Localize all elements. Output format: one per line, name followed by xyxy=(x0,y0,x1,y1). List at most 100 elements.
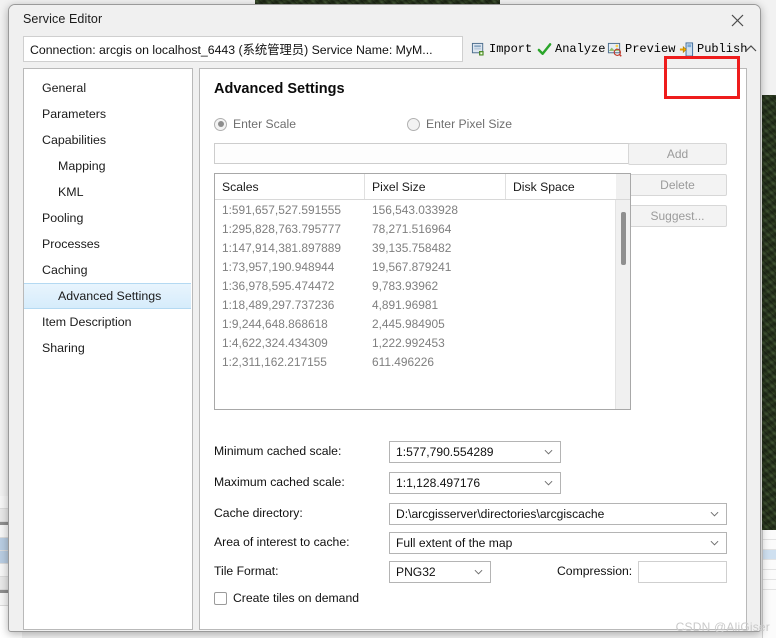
chevron-down-icon xyxy=(710,511,719,517)
suggest-button[interactable]: Suggest... xyxy=(628,205,727,227)
area-of-interest-label: Area of interest to cache: xyxy=(214,535,350,549)
sidebar-item-mapping[interactable]: Mapping xyxy=(24,153,192,179)
maximum-cached-scale-select[interactable]: 1:1,128.497176 xyxy=(389,472,561,494)
preview-button[interactable]: Preview xyxy=(607,38,675,60)
cell-disk-space xyxy=(506,276,616,295)
analyze-button[interactable]: Analyze xyxy=(537,38,605,60)
checkmark-icon xyxy=(537,42,552,57)
connection-field[interactable]: Connection: arcgis on localhost_6443 (系统… xyxy=(23,36,463,62)
cell-scale: 1:2,311,162.217155 xyxy=(222,354,327,369)
tile-format-select[interactable]: PNG32 xyxy=(389,561,491,583)
cache-directory-row: Cache directory: D:\arcgisserver\directo… xyxy=(214,503,734,525)
cell-pixel-size: 39,135.758482 xyxy=(372,240,452,255)
cell-scale: 1:36,978,595.474472 xyxy=(222,278,335,293)
scrollbar-thumb[interactable] xyxy=(621,212,626,265)
tile-format-label: Tile Format: xyxy=(214,564,279,578)
table-row[interactable]: 1:295,828,763.795777 78,271.516964 xyxy=(215,219,630,238)
chevron-up-icon[interactable] xyxy=(744,41,758,55)
sidebar-item-sharing[interactable]: Sharing xyxy=(24,335,192,361)
service-editor-dialog: Service Editor Connection: arcgis on loc… xyxy=(8,4,761,632)
column-header-scales[interactable]: Scales xyxy=(215,174,365,199)
background-strip xyxy=(763,570,776,580)
sidebar-item-kml[interactable]: KML xyxy=(24,179,192,205)
column-header-pixel-size[interactable]: Pixel Size xyxy=(365,174,506,199)
chevron-down-icon xyxy=(544,480,553,486)
sidebar-item-parameters[interactable]: Parameters xyxy=(24,101,192,127)
cell-pixel-size: 2,445.984905 xyxy=(372,316,445,331)
scale-entry-input[interactable] xyxy=(214,143,631,164)
import-label: Import xyxy=(489,42,533,56)
sidebar-item-item-description[interactable]: Item Description xyxy=(24,309,192,335)
table-row[interactable]: 1:2,311,162.217155 611.496226 xyxy=(215,352,630,371)
cell-pixel-size: 78,271.516964 xyxy=(372,221,452,236)
sidebar-item-label: Item Description xyxy=(42,315,132,329)
sidebar-item-processes[interactable]: Processes xyxy=(24,231,192,257)
table-row[interactable]: 1:9,244,648.868618 2,445.984905 xyxy=(215,314,630,333)
delete-button[interactable]: Delete xyxy=(628,174,727,196)
import-button[interactable]: Import xyxy=(471,38,532,60)
area-of-interest-value: Full extent of the map xyxy=(396,536,513,550)
table-row[interactable]: 1:147,914,381.897889 39,135.758482 xyxy=(215,238,630,257)
radio-enter-scale-label: Enter Scale xyxy=(233,117,297,131)
table-row[interactable]: 1:591,657,527.591555 156,543.033928 xyxy=(215,200,630,219)
preview-label: Preview xyxy=(625,42,676,56)
cache-directory-select[interactable]: D:\arcgisserver\directories\arcgiscache xyxy=(389,503,727,525)
cell-scale: 1:295,828,763.795777 xyxy=(222,221,342,236)
maximum-cached-scale-value: 1:1,128.497176 xyxy=(396,476,481,490)
chevron-down-icon xyxy=(474,569,483,575)
scales-grid-header: Scales Pixel Size Disk Space xyxy=(215,174,630,200)
checkbox-unchecked-icon xyxy=(214,591,227,605)
scales-grid[interactable]: Scales Pixel Size Disk Space 1:591,657,5… xyxy=(214,173,631,410)
table-row[interactable]: 1:4,622,324.434309 1,222.992453 xyxy=(215,333,630,352)
column-header-disk-space[interactable]: Disk Space xyxy=(506,174,616,199)
cell-disk-space xyxy=(506,314,616,333)
scales-grid-rows: 1:591,657,527.591555 156,543.033928 1:295,… xyxy=(215,200,630,371)
analyze-label: Analyze xyxy=(555,42,606,56)
radio-enter-scale[interactable]: Enter Scale xyxy=(214,117,296,131)
publish-button[interactable]: Publish xyxy=(679,38,747,60)
background-map-imagery-right xyxy=(762,95,776,530)
publish-icon xyxy=(679,41,694,57)
compression-input[interactable] xyxy=(638,561,727,583)
sidebar-item-pooling[interactable]: Pooling xyxy=(24,205,192,231)
cell-pixel-size: 9,783.93962 xyxy=(372,278,439,293)
create-tiles-on-demand-label: Create tiles on demand xyxy=(233,591,360,605)
cell-disk-space xyxy=(506,219,616,238)
chevron-down-icon xyxy=(710,540,719,546)
cell-disk-space xyxy=(506,333,616,352)
cell-disk-space xyxy=(506,257,616,276)
table-row[interactable]: 1:18,489,297.737236 4,891.96981 xyxy=(215,295,630,314)
dialog-titlebar: Service Editor xyxy=(9,5,760,35)
create-tiles-on-demand-checkbox[interactable]: Create tiles on demand xyxy=(214,591,359,605)
cell-scale: 1:18,489,297.737236 xyxy=(222,297,335,312)
sidebar-item-label: Advanced Settings xyxy=(58,289,162,303)
sidebar-item-capabilities[interactable]: Capabilities xyxy=(24,127,192,153)
sidebar-item-advanced-settings[interactable]: Advanced Settings xyxy=(24,283,191,309)
radio-enter-pixel-size[interactable]: Enter Pixel Size xyxy=(407,117,512,131)
background-strip xyxy=(763,550,776,560)
table-row[interactable]: 1:36,978,595.474472 9,783.93962 xyxy=(215,276,630,295)
background-strip xyxy=(763,560,776,570)
advanced-settings-panel: Advanced Settings Enter Scale Enter Pixe… xyxy=(199,68,747,630)
sidebar-item-label: Processes xyxy=(42,237,100,251)
area-of-interest-select[interactable]: Full extent of the map xyxy=(389,532,727,554)
minimum-cached-scale-select[interactable]: 1:577,790.554289 xyxy=(389,441,561,463)
cell-disk-space xyxy=(506,295,616,314)
minimum-cached-scale-row: Minimum cached scale: 1:577,790.554289 xyxy=(214,441,734,463)
scales-grid-scrollbar[interactable] xyxy=(615,200,630,409)
close-icon[interactable] xyxy=(714,5,760,35)
radio-enter-pixel-size-label: Enter Pixel Size xyxy=(426,117,513,131)
table-row[interactable]: 1:73,957,190.948944 19,567.879241 xyxy=(215,257,630,276)
sidebar-item-caching[interactable]: Caching xyxy=(24,257,192,283)
cell-pixel-size: 1,222.992453 xyxy=(372,335,445,350)
sidebar-item-label: General xyxy=(42,81,87,95)
cell-scale: 1:4,622,324.434309 xyxy=(222,335,328,350)
add-button[interactable]: Add xyxy=(628,143,727,165)
connection-toolbar: Connection: arcgis on localhost_6443 (系统… xyxy=(9,35,760,99)
maximum-cached-scale-label: Maximum cached scale: xyxy=(214,475,345,489)
import-icon xyxy=(471,42,486,57)
sidebar-item-general[interactable]: General xyxy=(24,75,192,101)
cell-pixel-size: 611.496226 xyxy=(372,354,434,369)
cell-disk-space xyxy=(506,352,616,371)
cell-pixel-size: 4,891.96981 xyxy=(372,297,439,312)
